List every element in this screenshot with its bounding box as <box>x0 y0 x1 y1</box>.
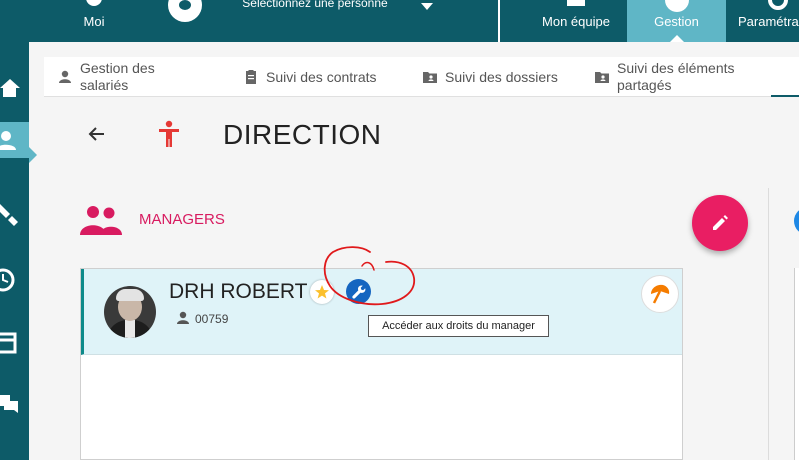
tab-label: Suivi des contrats <box>266 68 377 85</box>
right-panel-card <box>794 268 799 460</box>
nav-gestion-label: Gestion <box>654 14 699 29</box>
nav-mon-equipe-label: Mon équipe <box>542 14 610 29</box>
home-icon <box>0 79 20 97</box>
tools-icon <box>0 204 18 226</box>
umbrella-icon <box>651 284 670 304</box>
account-circle-icon <box>168 0 202 22</box>
sidebar-item-people[interactable] <box>0 122 29 158</box>
right-panel-badge <box>794 207 799 235</box>
sidebar-item-home[interactable] <box>0 70 29 106</box>
folder-person-icon <box>423 72 437 83</box>
active-indicator <box>670 35 684 42</box>
person-icon <box>86 0 102 6</box>
column-divider <box>768 188 769 460</box>
nav-mon-equipe[interactable]: Mon équipe <box>534 0 618 42</box>
nav-gestion[interactable]: Gestion <box>627 0 726 42</box>
gear-icon <box>768 0 788 10</box>
back-arrow-icon[interactable] <box>88 124 106 144</box>
person-selector-label: Sélectionnez une personne <box>242 0 388 10</box>
sidebar-item-tools[interactable] <box>0 195 29 231</box>
tab-label: Gestion des salariés <box>80 60 155 93</box>
nav-moi-label: Moi <box>83 14 105 29</box>
top-navigation-bar: Moi Sélectionnez une personne Mon équipe… <box>0 0 799 42</box>
sidebar-item-history[interactable] <box>0 262 29 298</box>
page-title: DIRECTION <box>223 119 382 150</box>
folder-shared-icon <box>595 72 609 83</box>
left-sidebar <box>0 42 29 460</box>
accessibility-icon <box>159 120 179 147</box>
chat-icon <box>0 395 18 413</box>
tab-suivi-elements-partages[interactable]: Suivi des éléments partagés <box>595 57 775 97</box>
favorite-badge <box>310 280 334 304</box>
pencil-icon <box>713 215 728 230</box>
nav-parametrage[interactable]: Paramétra <box>738 0 799 42</box>
clock-icon <box>0 268 15 292</box>
chevron-down-icon[interactable] <box>421 3 433 10</box>
manager-rights-button[interactable] <box>346 279 371 304</box>
clipboard-icon <box>246 70 256 84</box>
employee-id: 00759 <box>195 312 229 326</box>
tab-suivi-contrats[interactable]: Suivi des contrats <box>244 57 404 97</box>
person-icon <box>177 311 189 324</box>
manager-card: DRH ROBERT 00759 <box>80 268 683 460</box>
team-icon <box>567 0 585 6</box>
person-selector[interactable]: Sélectionnez une personne <box>165 0 445 42</box>
group-icon <box>80 206 122 235</box>
manager-card-header[interactable]: DRH ROBERT 00759 <box>81 269 682 355</box>
managers-section-label: MANAGERS <box>139 211 225 228</box>
nav-divider <box>498 0 500 42</box>
person-icon <box>0 131 16 150</box>
sidebar-item-calendar[interactable] <box>0 325 29 361</box>
leave-status-button[interactable] <box>641 275 679 313</box>
tab-gestion-salaries[interactable]: Gestion des salariés <box>58 57 208 97</box>
tab-suivi-dossiers[interactable]: Suivi des dossiers <box>423 57 583 97</box>
avatar <box>104 286 156 338</box>
tab-active-indicator <box>771 95 799 97</box>
nav-moi[interactable]: Moi <box>64 0 124 42</box>
globe-icon <box>665 0 689 12</box>
tab-label: Suivi des dossiers <box>445 68 558 85</box>
manager-name: DRH ROBERT <box>169 280 308 303</box>
tab-label: Suivi des éléments partagés <box>617 60 735 93</box>
wrench-icon <box>351 285 365 299</box>
edit-button[interactable] <box>692 195 748 251</box>
sidebar-item-messages[interactable] <box>0 386 29 422</box>
person-icon <box>59 70 71 83</box>
star-icon <box>315 285 329 299</box>
nav-parametrage-label: Paramétra <box>738 14 799 29</box>
sub-tabs: Gestion des salariés Suivi des contrats … <box>44 57 799 97</box>
tooltip: Accéder aux droits du manager <box>368 315 549 337</box>
sidebar-active-indicator <box>29 147 37 163</box>
calendar-icon <box>0 332 17 354</box>
